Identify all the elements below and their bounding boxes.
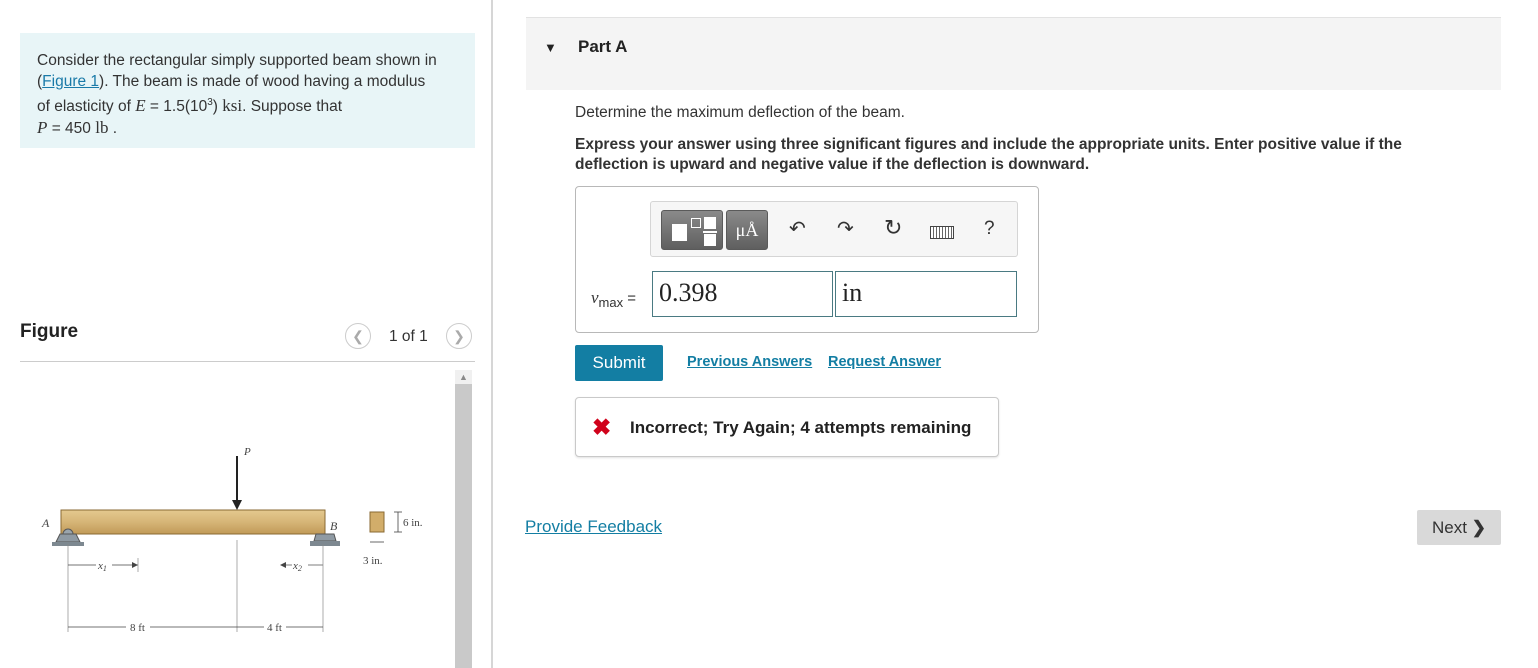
beam-diagram: A B P 6 in. 3 in. x1 x2 8 ft 4 ft: [41, 446, 423, 634]
problem-text: Consider the rectangular simply supporte…: [37, 52, 437, 69]
e-symbol: E: [135, 96, 146, 116]
redo-icon[interactable]: ↷: [837, 216, 854, 241]
template-icon: [672, 224, 687, 241]
part-header[interactable]: [526, 17, 1501, 90]
p-symbol: P: [37, 118, 48, 138]
next-figure-button[interactable]: ❯: [446, 323, 472, 349]
beam: [60, 509, 326, 535]
instructions-text: Express your answer using three signific…: [575, 136, 1402, 173]
label-a: A: [41, 516, 50, 530]
chevron-right-icon: ❯: [453, 327, 465, 344]
question-text: Determine the maximum deflection of the …: [575, 104, 905, 121]
templates-button[interactable]: [661, 210, 723, 250]
unit-input[interactable]: in: [835, 271, 1017, 317]
previous-answers-link[interactable]: Previous Answers: [687, 354, 812, 370]
request-answer-link[interactable]: Request Answer: [828, 354, 941, 370]
chevron-right-icon: ❯: [1471, 517, 1486, 537]
span1-label: 8 ft: [130, 622, 145, 634]
figure-divider: [20, 361, 475, 362]
label-b: B: [330, 519, 338, 533]
figure-pager: 1 of 1: [389, 328, 428, 345]
width-label: 3 in.: [363, 555, 383, 567]
keyboard-icon[interactable]: [930, 226, 954, 239]
incorrect-x-icon: ✖: [592, 414, 612, 440]
part-title[interactable]: Part A: [578, 37, 627, 57]
prev-figure-button[interactable]: ❮: [345, 323, 371, 349]
submit-button[interactable]: Submit: [575, 345, 663, 381]
scroll-up-arrow-icon[interactable]: ▲: [455, 370, 472, 384]
span2-label: 4 ft: [267, 622, 282, 634]
units-button[interactable]: μÅ: [726, 210, 768, 250]
p-unit: lb: [95, 118, 109, 138]
panel-divider: [491, 0, 493, 668]
problem-statement: Consider the rectangular simply supporte…: [20, 33, 475, 148]
load-label: P: [243, 446, 251, 458]
figure-heading: Figure: [20, 321, 79, 342]
figure-scrollbar[interactable]: [455, 370, 472, 668]
chevron-left-icon: ❮: [352, 327, 364, 344]
x2-label: x2: [292, 560, 302, 573]
provide-feedback-link[interactable]: Provide Feedback: [525, 517, 662, 537]
feedback-message: Incorrect; Try Again; 4 attempts remaini…: [630, 418, 972, 437]
math-toolbar: μÅ ↶ ↷ ↻ ?: [650, 201, 1018, 257]
roller-support-b: [310, 533, 340, 546]
value-input[interactable]: 0.398: [652, 271, 833, 317]
units-label: μÅ: [735, 219, 759, 240]
cross-section: [369, 511, 385, 533]
variable-label: vmax =: [591, 288, 637, 310]
help-icon[interactable]: ?: [984, 218, 995, 240]
undo-icon[interactable]: ↶: [789, 216, 806, 241]
caret-down-icon[interactable]: ▼: [544, 40, 557, 55]
reset-icon[interactable]: ↻: [884, 215, 902, 241]
e-unit: ksi: [222, 96, 243, 116]
x1-label: x1: [97, 560, 107, 573]
figure-link[interactable]: Figure 1: [42, 73, 99, 90]
next-button[interactable]: Next ❯: [1417, 510, 1501, 545]
depth-label: 6 in.: [403, 517, 423, 529]
point-load: [232, 456, 242, 510]
